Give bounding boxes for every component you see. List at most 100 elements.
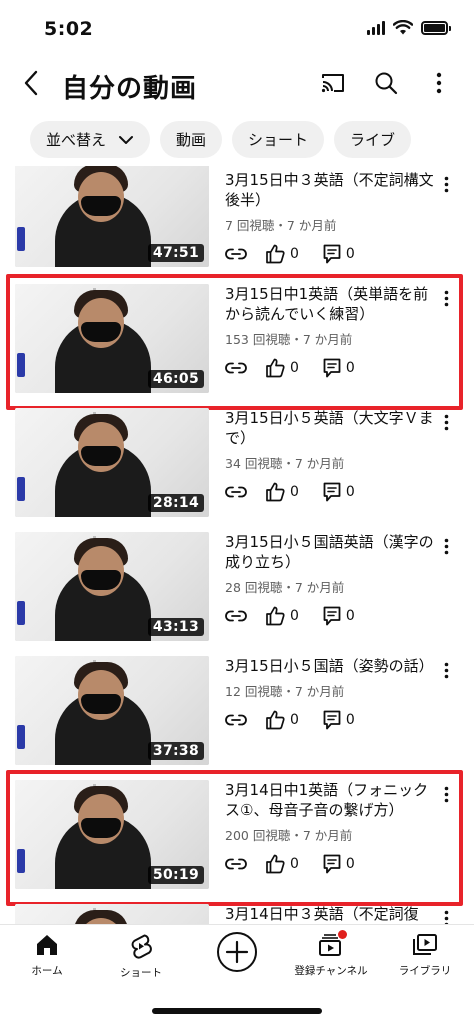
video-list: 47:51 3月15日中３英語（不定詞構文後半） 7 回視聴・7 か月前 0 0…: [0, 166, 474, 924]
filter-chips: 並べ替え 動画 ショート ライブ: [30, 121, 412, 158]
back-button[interactable]: [16, 66, 46, 100]
comment-count: 0: [345, 856, 355, 872]
video-info: 3月15日中1英語（英単語を前から読んでいく練習） 153 回視聴・7 か月前 …: [225, 284, 435, 380]
search-button[interactable]: [371, 68, 401, 98]
video-actions: 0 0: [225, 708, 435, 732]
thumbs-up-icon: [266, 244, 285, 264]
share-link-button[interactable]: [225, 362, 247, 374]
video-title[interactable]: 3月14日中３英語（不定詞復: [225, 904, 435, 924]
share-link-button[interactable]: [225, 486, 247, 498]
link-icon: [225, 362, 247, 374]
share-link-button[interactable]: [225, 714, 247, 726]
comments-button[interactable]: 0: [323, 358, 355, 378]
video-info: 3月15日小５国語英語（漢字の成り立ち） 28 回視聴・7 か月前 0 0: [225, 532, 435, 628]
like-button[interactable]: 0: [265, 358, 299, 378]
video-thumbnail[interactable]: 43:13: [15, 532, 209, 641]
video-row[interactable]: 50:19 3月14日中1英語（フォニックス①、母音子音の繋げ方） 200 回視…: [0, 780, 474, 890]
video-title[interactable]: 3月15日小５国語（姿勢の話）: [225, 656, 435, 676]
video-title[interactable]: 3月15日小５国語英語（漢字の成り立ち）: [225, 532, 435, 572]
video-title[interactable]: 3月15日中３英語（不定詞構文後半）: [225, 170, 435, 210]
share-link-button[interactable]: [225, 610, 247, 622]
chevron-down-icon: [118, 135, 134, 145]
video-title[interactable]: 3月15日中1英語（英単語を前から読んでいく練習）: [225, 284, 435, 324]
video-row[interactable]: 46:05 3月15日中1英語（英単語を前から読んでいく練習） 153 回視聴・…: [0, 284, 474, 394]
like-button[interactable]: 0: [265, 244, 299, 264]
nav-shorts[interactable]: ショート: [98, 933, 184, 980]
more-options-button[interactable]: [424, 68, 454, 98]
video-menu-button[interactable]: [434, 906, 458, 924]
video-meta: 34 回視聴・7 か月前: [225, 456, 345, 471]
library-icon: [413, 934, 437, 955]
cast-button[interactable]: [318, 68, 348, 98]
video-thumbnail[interactable]: 28:14: [15, 408, 209, 517]
video-row[interactable]: 43:13 3月15日小５国語英語（漢字の成り立ち） 28 回視聴・7 か月前: [0, 532, 474, 642]
video-menu-button[interactable]: [434, 534, 458, 558]
video-meta: 12 回視聴・7 か月前: [225, 684, 345, 699]
video-info: 3月14日中1英語（フォニックス①、母音子音の繋げ方） 200 回視聴・7 か月…: [225, 780, 435, 876]
shorts-icon: [131, 934, 152, 959]
thumbs-up-icon: [266, 854, 285, 874]
video-meta: 28 回視聴・7 か月前: [225, 580, 345, 595]
video-meta: 7 回視聴・7 か月前: [225, 218, 337, 233]
nav-library[interactable]: ライブラリ: [382, 933, 468, 978]
video-thumbnail[interactable]: 50:19: [15, 780, 209, 889]
chip-live[interactable]: ライブ: [334, 121, 412, 158]
video-row[interactable]: 47:51 3月15日中３英語（不定詞構文後半） 7 回視聴・7 か月前 0 0: [0, 166, 474, 280]
page-title: 自分の動画: [62, 74, 198, 104]
comments-button[interactable]: 0: [323, 482, 355, 502]
comments-button[interactable]: 0: [323, 710, 355, 730]
more-vert-icon: [444, 414, 448, 430]
video-row[interactable]: 3月14日中３英語（不定詞復: [0, 904, 474, 924]
like-button[interactable]: 0: [265, 606, 299, 626]
nav-subscriptions[interactable]: 登録チャンネル: [288, 930, 374, 978]
video-title[interactable]: 3月15日小５英語（大文字Ｖまで）: [225, 408, 435, 448]
video-duration: 47:51: [147, 244, 204, 262]
like-button[interactable]: 0: [265, 482, 299, 502]
more-vert-icon: [444, 910, 448, 924]
nav-home[interactable]: ホーム: [4, 933, 90, 978]
thumbs-up-icon: [266, 358, 285, 378]
comments-button[interactable]: 0: [323, 244, 355, 264]
chip-sort[interactable]: 並べ替え: [30, 121, 151, 158]
like-count: 0: [290, 484, 299, 500]
nav-home-label: ホーム: [31, 965, 63, 977]
subscriptions-icon: [318, 930, 347, 957]
search-icon: [375, 72, 398, 95]
share-link-button[interactable]: [225, 248, 247, 260]
like-button[interactable]: 0: [265, 854, 299, 874]
nav-subscriptions-label: 登録チャンネル: [294, 965, 368, 977]
comment-count: 0: [345, 360, 355, 376]
video-title[interactable]: 3月14日中1英語（フォニックス①、母音子音の繋げ方）: [225, 780, 435, 820]
video-actions: 0 0: [225, 480, 435, 504]
video-duration: 37:38: [147, 742, 204, 760]
video-menu-button[interactable]: [434, 658, 458, 682]
chip-shorts[interactable]: ショート: [232, 121, 325, 158]
video-thumbnail[interactable]: 46:05: [15, 284, 209, 393]
chip-videos[interactable]: 動画: [160, 121, 223, 158]
video-thumbnail[interactable]: [15, 904, 209, 924]
comment-count: 0: [345, 712, 355, 728]
share-link-button[interactable]: [225, 858, 247, 870]
more-vert-icon: [436, 72, 442, 94]
comments-button[interactable]: 0: [323, 606, 355, 626]
video-thumbnail[interactable]: 37:38: [15, 656, 209, 765]
video-actions: 0 0: [225, 852, 435, 876]
video-menu-button[interactable]: [434, 286, 458, 310]
link-icon: [225, 248, 247, 260]
like-button[interactable]: 0: [265, 710, 299, 730]
video-info: 3月15日小５英語（大文字Ｖまで） 34 回視聴・7 か月前 0 0: [225, 408, 435, 504]
video-menu-button[interactable]: [434, 410, 458, 434]
video-row[interactable]: 37:38 3月15日小５国語（姿勢の話） 12 回視聴・7 か月前 0 0: [0, 656, 474, 766]
video-menu-button[interactable]: [434, 782, 458, 806]
video-row[interactable]: 28:14 3月15日小５英語（大文字Ｖまで） 34 回視聴・7 か月前 0 0: [0, 408, 474, 518]
create-button[interactable]: [217, 932, 257, 972]
comments-button[interactable]: 0: [323, 854, 355, 874]
comment-icon: [323, 482, 341, 502]
video-menu-button[interactable]: [434, 172, 458, 196]
video-info: 3月15日小５国語（姿勢の話） 12 回視聴・7 か月前 0 0: [225, 656, 435, 732]
like-count: 0: [290, 608, 299, 624]
comment-icon: [323, 606, 341, 626]
more-vert-icon: [444, 538, 448, 554]
video-thumbnail[interactable]: 47:51: [15, 166, 209, 267]
nav-library-label: ライブラリ: [398, 965, 452, 977]
